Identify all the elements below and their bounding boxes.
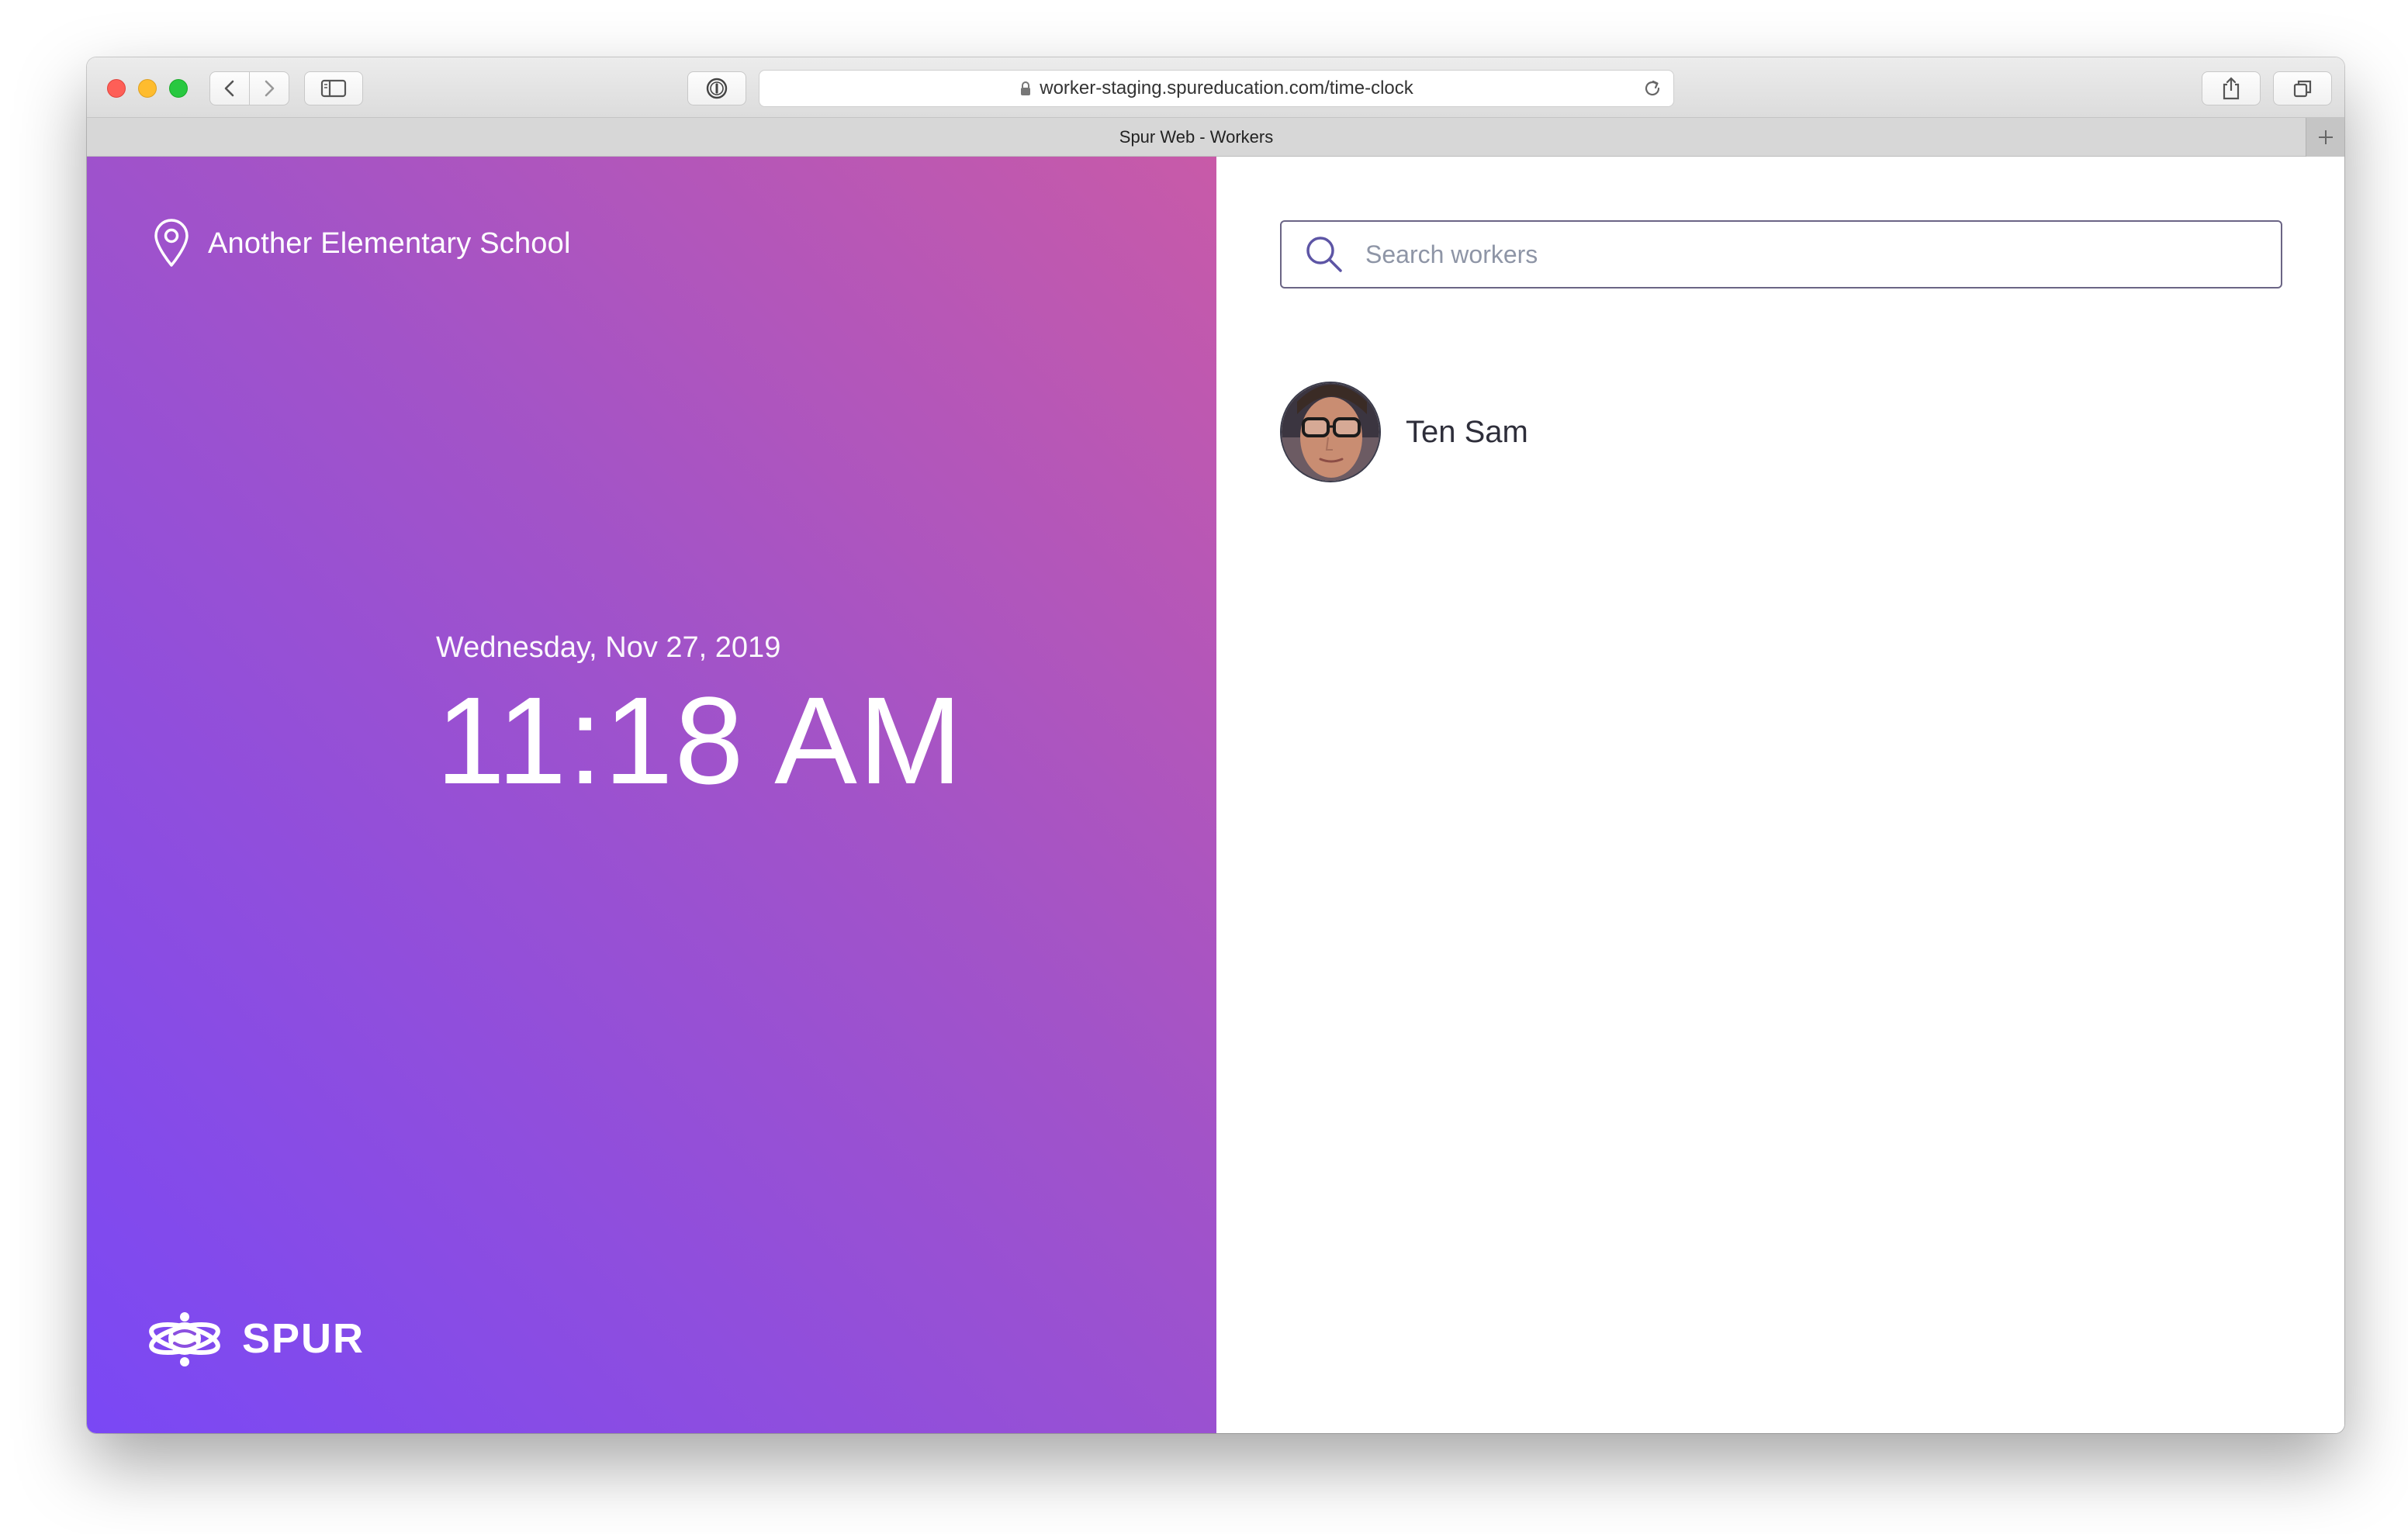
browser-window: worker-staging.spureducation.com/time-cl… <box>87 57 2344 1433</box>
lock-icon <box>1019 81 1032 96</box>
password-icon <box>706 78 728 99</box>
location-pin-icon <box>154 219 189 267</box>
page-content: Another Elementary School Wednesday, Nov… <box>87 157 2344 1433</box>
search-box[interactable] <box>1280 220 2282 288</box>
browser-toolbar: worker-staging.spureducation.com/time-cl… <box>87 57 2344 118</box>
workers-panel: Ten Sam <box>1216 157 2344 1433</box>
location-name: Another Elementary School <box>208 226 571 260</box>
search-icon <box>1303 233 1345 275</box>
url-text: worker-staging.spureducation.com/time-cl… <box>1040 78 1413 98</box>
forward-button[interactable] <box>249 71 289 105</box>
avatar <box>1280 382 1381 482</box>
tab-overview-button[interactable] <box>2273 71 2332 105</box>
zoom-window-button[interactable] <box>169 79 188 98</box>
sidebar-toggle-button[interactable] <box>304 71 363 105</box>
new-tab-icon <box>2318 130 2333 144</box>
back-button[interactable] <box>209 71 250 105</box>
tab-bar: Spur Web - Workers <box>87 118 2344 157</box>
location: Another Elementary School <box>152 219 571 268</box>
spur-logo-icon <box>149 1312 220 1366</box>
brand-logo: SPUR <box>147 1308 365 1370</box>
worker-name: Ten Sam <box>1406 414 1528 449</box>
close-window-button[interactable] <box>107 79 126 98</box>
current-date: Wednesday, Nov 27, 2019 <box>436 631 781 664</box>
back-icon <box>224 80 234 97</box>
reload-icon[interactable] <box>1642 78 1662 98</box>
password-manager-button[interactable] <box>687 71 746 105</box>
brand-name: SPUR <box>242 1315 365 1362</box>
tab-title: Spur Web - Workers <box>1119 127 1274 147</box>
search-input[interactable] <box>1365 231 2281 278</box>
tabs-icon <box>2293 80 2312 98</box>
new-tab-button[interactable] <box>2306 118 2344 157</box>
sidebar-icon <box>320 79 347 98</box>
current-time: 11:18 AM <box>436 671 964 810</box>
active-tab[interactable]: Spur Web - Workers <box>87 118 2306 157</box>
worker-list-item[interactable]: Ten Sam <box>1280 382 1528 482</box>
minimize-window-button[interactable] <box>138 79 157 98</box>
date-time-display: Wednesday, Nov 27, 2019 11:18 AM <box>436 631 964 803</box>
share-button[interactable] <box>2202 71 2261 105</box>
clock-panel: Another Elementary School Wednesday, Nov… <box>87 157 1216 1433</box>
address-bar[interactable]: worker-staging.spureducation.com/time-cl… <box>759 70 1674 107</box>
forward-icon <box>265 80 275 97</box>
share-icon <box>2223 77 2240 100</box>
